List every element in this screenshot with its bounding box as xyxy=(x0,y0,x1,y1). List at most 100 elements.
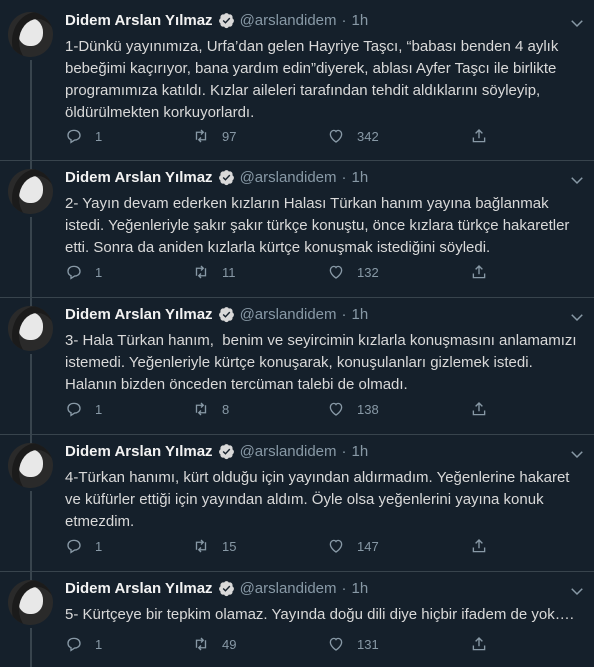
retweet-button[interactable]: 8 xyxy=(192,400,229,418)
thread-line xyxy=(30,354,32,434)
author-handle[interactable]: @arslandidem xyxy=(240,580,337,597)
retweet-icon xyxy=(195,539,207,553)
divider xyxy=(0,297,594,298)
divider xyxy=(0,571,594,572)
tweet-actions: 1 11 132 xyxy=(65,263,585,283)
thread-line xyxy=(30,628,32,667)
like-count: 131 xyxy=(357,636,379,652)
retweet-count: 11 xyxy=(222,264,236,280)
avatar[interactable] xyxy=(8,443,53,488)
share-button[interactable] xyxy=(470,127,488,145)
separator-dot: · xyxy=(341,306,347,323)
verified-badge-icon xyxy=(218,581,234,597)
chevron-down-icon[interactable] xyxy=(568,14,586,32)
tweet-actions: 1 97 342 xyxy=(65,127,585,147)
reply-count: 1 xyxy=(95,264,103,280)
author-name[interactable]: Didem Arslan Yılmaz xyxy=(65,306,213,323)
author-handle[interactable]: @arslandidem xyxy=(240,12,337,29)
like-button[interactable]: 147 xyxy=(327,537,379,555)
reply-icon xyxy=(67,637,81,652)
separator-dot: · xyxy=(341,580,347,597)
chevron-down-icon[interactable] xyxy=(568,308,586,326)
chevron-down-icon[interactable] xyxy=(568,582,586,600)
thread-line xyxy=(30,434,32,443)
like-button[interactable]: 342 xyxy=(327,127,379,145)
divider xyxy=(0,160,594,161)
reply-button[interactable]: 1 xyxy=(65,537,102,555)
like-count: 132 xyxy=(357,264,379,280)
tweet-header: Didem Arslan Yılmaz @arslandidem · 1h xyxy=(65,306,368,323)
share-button[interactable] xyxy=(470,400,488,418)
tweet-header: Didem Arslan Yılmaz @arslandidem · 1h xyxy=(65,12,368,29)
separator-dot: · xyxy=(341,12,347,29)
separator-dot: · xyxy=(341,443,347,460)
chevron-down-icon[interactable] xyxy=(568,445,586,463)
retweet-button[interactable]: 11 xyxy=(192,263,236,281)
verified-badge-icon xyxy=(218,13,234,29)
reply-button[interactable]: 1 xyxy=(65,635,102,653)
timestamp[interactable]: 1h xyxy=(352,169,369,186)
tweet-header: Didem Arslan Yılmaz @arslandidem · 1h xyxy=(65,169,368,186)
reply-button[interactable]: 1 xyxy=(65,127,102,145)
timestamp[interactable]: 1h xyxy=(352,580,369,597)
retweet-count: 8 xyxy=(222,401,230,417)
tweet-actions: 1 15 147 xyxy=(65,537,585,557)
timestamp[interactable]: 1h xyxy=(352,443,369,460)
chevron-down-icon[interactable] xyxy=(568,171,586,189)
author-handle[interactable]: @arslandidem xyxy=(240,169,337,186)
verified-badge-icon xyxy=(218,444,234,460)
avatar[interactable] xyxy=(8,12,53,57)
reply-icon xyxy=(67,265,81,280)
share-icon xyxy=(472,637,486,651)
separator-dot: · xyxy=(341,169,347,186)
share-icon xyxy=(472,129,486,143)
like-button[interactable]: 132 xyxy=(327,263,379,281)
retweet-button[interactable]: 49 xyxy=(192,635,236,653)
tweet-text: 5- Kürtçeye bir tepkim olamaz. Yayında d… xyxy=(65,606,574,623)
author-name[interactable]: Didem Arslan Yılmaz xyxy=(65,580,213,597)
author-name[interactable]: Didem Arslan Yılmaz xyxy=(65,443,213,460)
share-button[interactable] xyxy=(470,537,488,555)
tweet-thread: Didem Arslan Yılmaz @arslandidem · 1h 1-… xyxy=(0,0,594,667)
retweet-icon xyxy=(195,129,207,143)
author-handle[interactable]: @arslandidem xyxy=(240,306,337,323)
timestamp[interactable]: 1h xyxy=(352,306,369,323)
author-handle[interactable]: @arslandidem xyxy=(240,443,337,460)
verified-badge-icon xyxy=(218,170,234,186)
retweet-button[interactable]: 97 xyxy=(192,127,236,145)
tweet-header: Didem Arslan Yılmaz @arslandidem · 1h xyxy=(65,580,368,597)
author-name[interactable]: Didem Arslan Yılmaz xyxy=(65,12,213,29)
avatar[interactable] xyxy=(8,306,53,351)
like-icon xyxy=(329,265,343,279)
reply-icon xyxy=(67,129,81,144)
reply-count: 1 xyxy=(95,538,103,554)
retweet-count: 15 xyxy=(222,538,237,554)
thread-line xyxy=(30,160,32,169)
thread-line xyxy=(30,217,32,297)
retweet-button[interactable]: 15 xyxy=(192,537,236,555)
share-button[interactable] xyxy=(470,263,488,281)
timestamp[interactable]: 1h xyxy=(352,12,369,29)
verified-badge-icon xyxy=(218,307,234,323)
divider xyxy=(0,434,594,435)
tweet-actions: 1 8 138 xyxy=(65,400,585,420)
reply-button[interactable]: 1 xyxy=(65,400,102,418)
share-icon xyxy=(472,402,486,416)
avatar[interactable] xyxy=(8,580,53,625)
share-button[interactable] xyxy=(470,635,488,653)
share-icon xyxy=(472,265,486,279)
like-count: 147 xyxy=(357,538,379,554)
like-button[interactable]: 138 xyxy=(327,400,379,418)
retweet-icon xyxy=(195,402,207,416)
like-count: 342 xyxy=(357,128,379,144)
author-name[interactable]: Didem Arslan Yılmaz xyxy=(65,169,213,186)
tweet-text: 1-Dünkü yayınımıza, Urfa’dan gelen Hayri… xyxy=(65,38,563,121)
reply-count: 1 xyxy=(95,636,103,652)
like-button[interactable]: 131 xyxy=(327,635,379,653)
reply-count: 1 xyxy=(95,128,103,144)
tweet-actions: 1 49 131 xyxy=(65,635,585,655)
reply-icon xyxy=(67,402,81,417)
tweet-text: 4-Türkan hanımı, kürt olduğu için yayınd… xyxy=(65,469,574,530)
avatar[interactable] xyxy=(8,169,53,214)
reply-button[interactable]: 1 xyxy=(65,263,102,281)
